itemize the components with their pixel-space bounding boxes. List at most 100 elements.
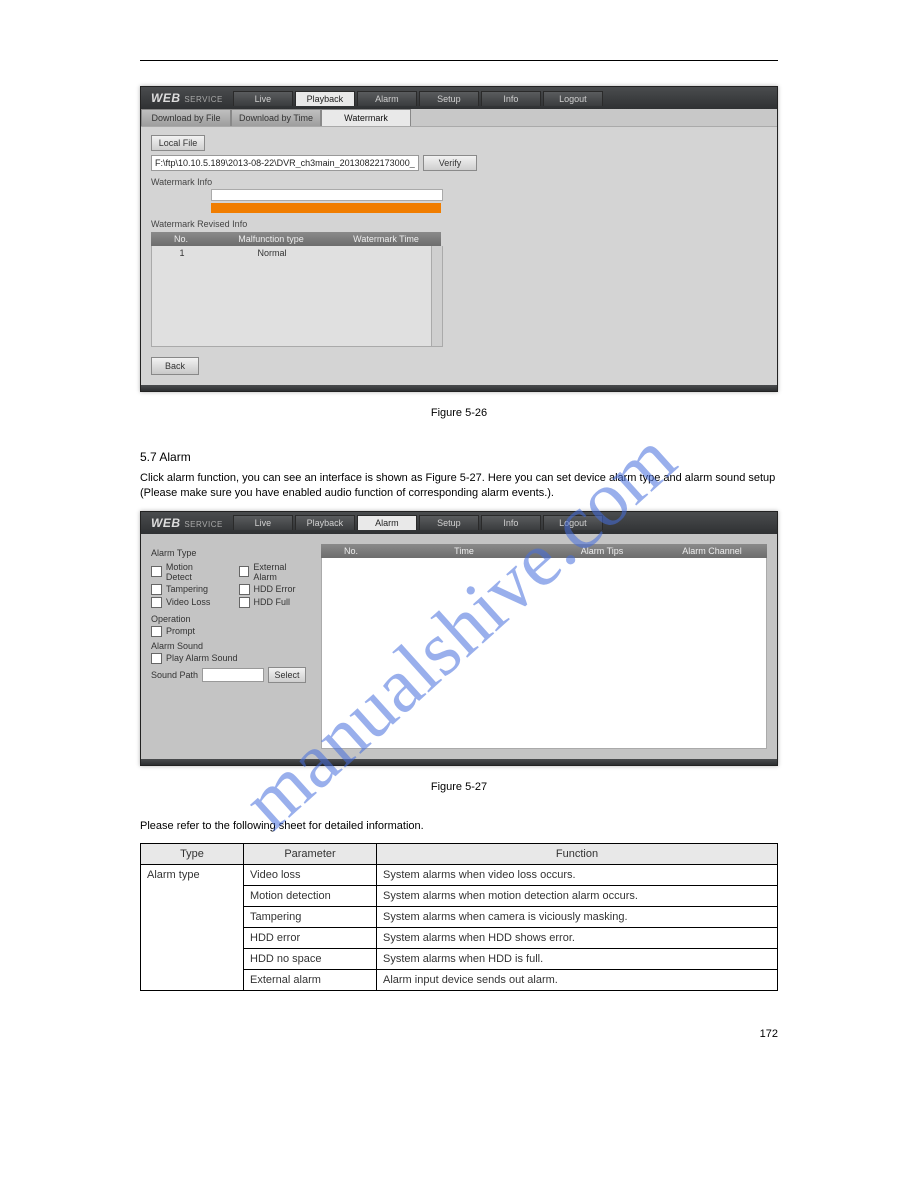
cell: HDD no space — [244, 949, 377, 970]
back-button[interactable]: Back — [151, 357, 199, 375]
chk-label: Play Alarm Sound — [166, 653, 238, 663]
chk-prompt[interactable]: Prompt — [151, 626, 311, 637]
chk-label: Prompt — [166, 626, 195, 636]
operation-heading: Operation — [151, 614, 311, 624]
chk-label: HDD Full — [254, 597, 291, 607]
checkbox-icon — [151, 597, 162, 608]
tab-setup[interactable]: Setup — [419, 91, 479, 106]
cell: Alarm input device sends out alarm. — [377, 970, 778, 991]
verify-button[interactable]: Verify — [423, 155, 477, 171]
scrollbar[interactable] — [431, 246, 442, 346]
tab-info[interactable]: Info — [481, 91, 541, 106]
section-title: Alarm — [159, 450, 190, 464]
chk-hdd-full[interactable]: HDD Full — [239, 597, 311, 608]
cell: System alarms when HDD shows error. — [377, 928, 778, 949]
th-function: Function — [377, 844, 778, 865]
checkbox-icon — [239, 584, 250, 595]
section-number: 5.7 — [140, 450, 157, 464]
playback-sub-tabs: Download by File Download by Time Waterm… — [141, 109, 777, 126]
cell: External alarm — [244, 970, 377, 991]
tab-info[interactable]: Info — [481, 515, 541, 530]
subtab-download-by-file[interactable]: Download by File — [141, 109, 231, 126]
top-tabs: Live Playback Alarm Setup Info Logout — [233, 91, 605, 106]
checkbox-icon — [151, 584, 162, 595]
chk-label: External Alarm — [253, 562, 311, 582]
watermark-info-label: Watermark Info — [151, 177, 767, 187]
col-no: No. — [151, 232, 211, 246]
alarm-table: No. Time Alarm Tips Alarm Channel — [321, 544, 767, 749]
cell: Motion detection — [244, 886, 377, 907]
section-heading: 5.7 Alarm — [140, 449, 778, 465]
tab-playback[interactable]: Playback — [295, 515, 355, 530]
table-intro-para: Please refer to the following sheet for … — [140, 819, 778, 834]
local-file-button[interactable]: Local File — [151, 135, 205, 151]
col-malfunction: Malfunction type — [211, 232, 331, 246]
logo: WEB SERVICE — [151, 91, 223, 105]
chk-label: Video Loss — [166, 597, 210, 607]
watermark-progress-empty — [211, 189, 443, 201]
watermark-revised-label: Watermark Revised Info — [151, 219, 767, 229]
logo-big: WEB — [151, 91, 181, 105]
chk-hdd-error[interactable]: HDD Error — [239, 584, 311, 595]
table-head-row: Type Parameter Function — [141, 844, 778, 865]
tab-logout[interactable]: Logout — [543, 91, 603, 106]
tab-setup[interactable]: Setup — [419, 515, 479, 530]
figure-caption-1: Figure 5-26 — [140, 406, 778, 421]
file-path-input[interactable] — [151, 155, 419, 171]
tab-alarm[interactable]: Alarm — [357, 515, 417, 530]
cell: System alarms when HDD is full. — [377, 949, 778, 970]
logo-small: SERVICE — [184, 520, 222, 529]
checkbox-icon — [151, 626, 162, 637]
col-alarm-tips: Alarm Tips — [547, 544, 657, 558]
alarm-left-panel: Alarm Type Motion Detect Tampering Video… — [151, 544, 311, 749]
parameter-table: Type Parameter Function Alarm type Video… — [140, 843, 778, 991]
top-tabs-2: Live Playback Alarm Setup Info Logout — [233, 515, 605, 530]
tab-live[interactable]: Live — [233, 515, 293, 530]
chk-label: Tampering — [166, 584, 208, 594]
cell: HDD error — [244, 928, 377, 949]
screenshot-alarm: WEB SERVICE Live Playback Alarm Setup In… — [140, 511, 778, 766]
tab-alarm[interactable]: Alarm — [357, 91, 417, 106]
cell: Alarm type — [141, 865, 244, 991]
cell: System alarms when motion detection alar… — [377, 886, 778, 907]
tab-logout[interactable]: Logout — [543, 515, 603, 530]
th-type: Type — [141, 844, 244, 865]
th-parameter: Parameter — [244, 844, 377, 865]
chk-motion-detect[interactable]: Motion Detect — [151, 562, 221, 582]
figure-caption-2: Figure 5-27 — [140, 780, 778, 795]
checkbox-icon — [151, 653, 162, 664]
cell-type: Normal — [212, 246, 332, 260]
chk-tampering[interactable]: Tampering — [151, 584, 221, 595]
cell-time — [332, 246, 442, 260]
chk-external-alarm[interactable]: External Alarm — [239, 562, 311, 582]
checkbox-icon — [151, 566, 162, 577]
chk-video-loss[interactable]: Video Loss — [151, 597, 221, 608]
col-watermark-time: Watermark Time — [331, 232, 441, 246]
chk-play-alarm-sound[interactable]: Play Alarm Sound — [151, 653, 311, 664]
cell: Video loss — [244, 865, 377, 886]
alarm-table-head: No. Time Alarm Tips Alarm Channel — [321, 544, 767, 558]
checkbox-icon — [239, 566, 250, 577]
dvr-top-bar-2: WEB SERVICE Live Playback Alarm Setup In… — [141, 512, 777, 534]
subtab-download-by-time[interactable]: Download by Time — [231, 109, 321, 126]
tab-live[interactable]: Live — [233, 91, 293, 106]
watermark-progress-full — [211, 203, 441, 213]
select-button[interactable]: Select — [268, 667, 306, 683]
wm-table-body: 1 Normal — [151, 246, 443, 347]
dvr-top-bar: WEB SERVICE Live Playback Alarm Setup In… — [141, 87, 777, 109]
cell: System alarms when camera is viciously m… — [377, 907, 778, 928]
checkbox-icon — [239, 597, 250, 608]
logo-small: SERVICE — [184, 95, 222, 104]
tab-playback[interactable]: Playback — [295, 91, 355, 106]
logo-big: WEB — [151, 516, 181, 530]
alarm-sound-heading: Alarm Sound — [151, 641, 311, 651]
sound-path-label: Sound Path — [151, 670, 198, 680]
page-number: 172 — [140, 1027, 778, 1042]
sound-path-input[interactable] — [202, 668, 264, 682]
chk-label: HDD Error — [254, 584, 296, 594]
subtab-watermark[interactable]: Watermark — [321, 109, 411, 126]
alarm-table-body — [321, 558, 767, 749]
col-no: No. — [321, 544, 381, 558]
cell: System alarms when video loss occurs. — [377, 865, 778, 886]
table-row: Alarm type Video loss System alarms when… — [141, 865, 778, 886]
